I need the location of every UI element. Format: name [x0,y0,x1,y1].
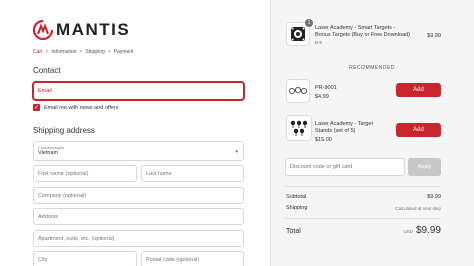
shipping-title: Shipping address [33,126,95,135]
discount-code-field[interactable]: Discount code or gift card [285,158,405,176]
first-name-field[interactable]: First name (optional) [33,165,137,182]
product-thumbnail [286,115,312,141]
address-field[interactable]: Address [33,208,244,225]
country-select[interactable]: Country/region Vietnam ▾ [33,141,244,161]
total-value-group: USD $9.99 [403,225,441,236]
chevron-right-icon: > [79,49,83,55]
shipping-label: Shipping [286,205,308,211]
cart-item-price: $9.99 [427,33,441,39]
clip-rings-icon [288,86,308,95]
brand-logo[interactable]: MANTIS [33,20,130,40]
newsletter-label: Email me with news and offers [44,104,119,111]
breadcrumb-shipping: Shipping [85,49,105,55]
contact-title: Contact [33,66,61,75]
country-value: Vietnam [38,150,59,156]
newsletter-checkbox-row[interactable]: ✓ Email me with news and offers [33,104,119,111]
recommended-item-price: $15.00 [315,137,332,143]
checkbox-checked-icon[interactable]: ✓ [33,104,40,111]
subtotal-value: $9.99 [427,194,441,200]
divider [285,218,441,219]
breadcrumb-payment: Payment [113,49,134,55]
email-field[interactable]: Email [33,82,244,100]
shipping-value: Calculated at next step [395,206,441,211]
last-name-field[interactable]: Last name [141,165,244,182]
add-button[interactable]: Add [396,123,441,137]
cart-item-name: Laser Academy - Smart Targets - Bonus Ta… [315,25,410,38]
recommended-item-price: $4.99 [315,94,329,100]
brand-name: MANTIS [56,20,131,39]
divider [285,186,441,187]
apartment-field[interactable]: Apartment, suite, etc. (optional) [33,230,244,247]
recommended-item-name: Laser Academy - Target Stands (set of 5) [315,121,373,134]
postal-code-field[interactable]: Postal code (optional) [141,251,244,266]
target-board-icon [291,27,305,41]
recommended-item [286,115,312,141]
company-field[interactable]: Company (optional) [33,187,244,204]
breadcrumb-cart[interactable]: Cart [33,49,42,55]
chevron-right-icon: > [45,49,49,55]
total-value: $9.99 [415,225,441,236]
breadcrumb: Cart > Information > Shipping > Payment [33,49,133,55]
chevron-down-icon: ▾ [235,149,238,155]
chevron-right-icon: > [107,49,111,55]
subtotal-label: Subtotal [286,194,307,200]
cart-item-variant: B-8 [315,40,323,45]
quantity-badge: 1 [305,19,313,27]
currency-code: USD [403,229,413,234]
mantis-logo-icon [33,20,53,40]
product-thumbnail: 1 [286,19,313,46]
apply-button[interactable]: Apply [408,158,441,176]
add-button[interactable]: Add [396,83,441,97]
recommended-title: RECOMMENDED [349,65,395,71]
breadcrumb-information: Information [51,49,77,55]
target-stands-icon [290,120,308,136]
total-label: Total [286,228,301,235]
cart-item: 1 [286,19,313,46]
recommended-item [286,79,310,103]
product-thumbnail [286,79,310,103]
recommended-item-name: PR-9001 [315,85,337,91]
city-field[interactable]: City [33,251,137,266]
